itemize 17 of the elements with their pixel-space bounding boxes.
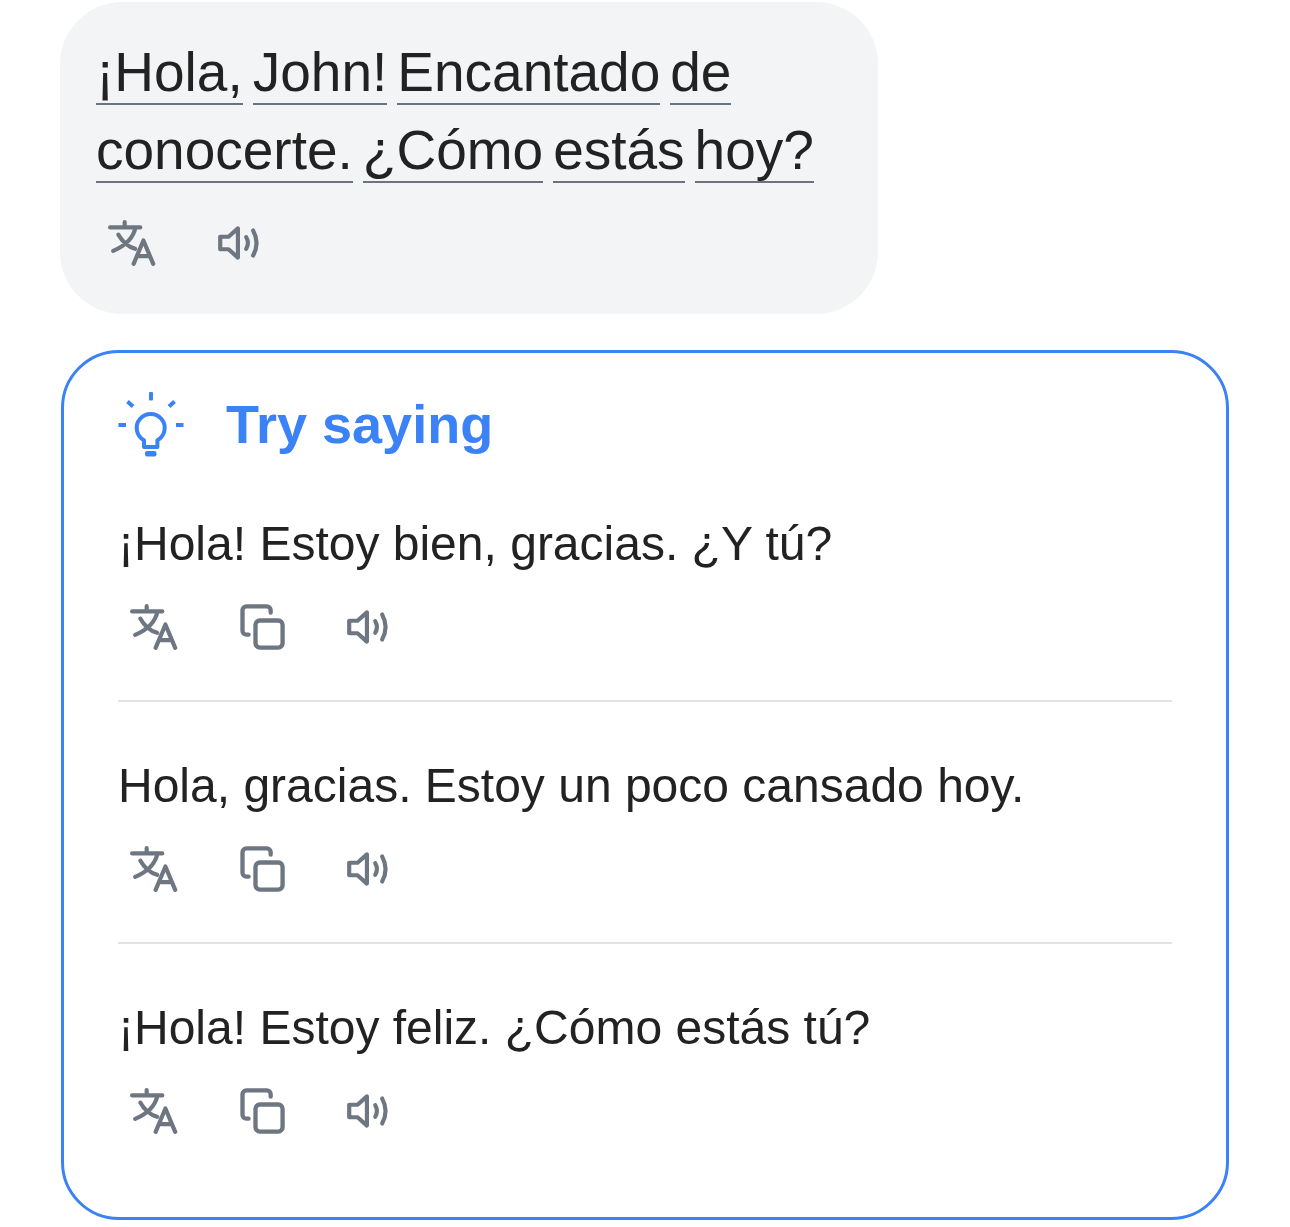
word-link[interactable]: Encantado: [397, 42, 661, 105]
word-link[interactable]: estás: [553, 120, 685, 183]
word-link[interactable]: ¡Hola,: [96, 42, 243, 105]
word-link[interactable]: ¿Cómo: [362, 120, 544, 183]
suggestion-text: Hola, gracias. Estoy un poco cansado hoy.: [118, 758, 1026, 814]
translate-icon[interactable]: [130, 604, 180, 650]
translate-icon[interactable]: [130, 1088, 180, 1134]
word-link[interactable]: John!: [252, 42, 388, 105]
word-link[interactable]: hoy?: [694, 120, 814, 183]
suggestion-text: ¡Hola! Estoy bien, gracias. ¿Y tú?: [118, 516, 834, 572]
translate-icon[interactable]: [108, 220, 158, 266]
translate-icon[interactable]: [130, 846, 180, 892]
lightbulb-icon: [118, 391, 184, 457]
word-link[interactable]: de: [670, 42, 732, 105]
word-link[interactable]: conocerte.: [96, 120, 353, 183]
suggestion-text: ¡Hola! Estoy feliz. ¿Cómo estás tú?: [118, 1000, 872, 1056]
card-title: Try saying: [226, 393, 494, 456]
